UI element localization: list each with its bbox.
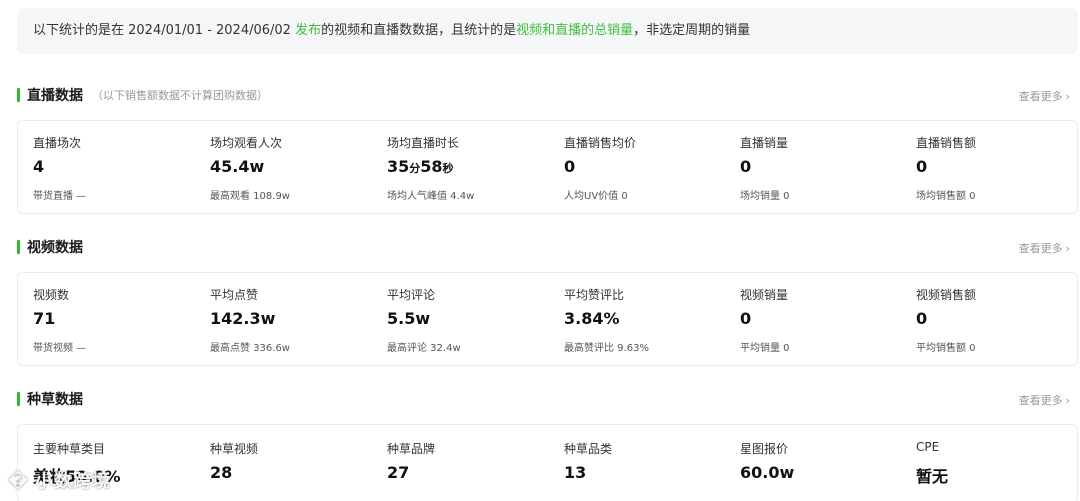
metric-label: 平均赞评比 [564, 288, 625, 302]
live-section-header: 直播数据 （以下销售额数据不计算团购数据） 查看更多 › [17, 84, 1078, 106]
metric-label: CPE [916, 440, 940, 454]
watermark: � 小数跨境 [8, 467, 148, 495]
section-title: 直播数据 [27, 88, 83, 104]
metric-value: 0 [916, 309, 928, 328]
metric-subtext: 带货视频 — [33, 343, 87, 354]
section-accent-bar [17, 240, 20, 254]
metric-value: 3.84% [564, 309, 620, 328]
metric-subtext: 平均销售额 0 [916, 343, 976, 354]
metric-subtext: 最高点赞 336.6w [210, 343, 290, 354]
metric-value: 142.3w [210, 309, 276, 328]
metric-label: 星图报价 [740, 442, 789, 456]
metric-value: 4 [33, 157, 45, 176]
notice-text-3: ，非选定周期的销量 [633, 23, 751, 38]
notice-highlight-total-sales: 视频和直播的总销量 [516, 23, 634, 38]
metric-value: 0 [564, 157, 576, 176]
video-metrics-card: 视频数 71 带货视频 — 平均点赞 142.3w 最高点赞 336.6w 平均… [17, 272, 1078, 366]
duration-minutes: 35 [387, 157, 410, 176]
section-subtitle: （以下销售额数据不计算团购数据） [92, 89, 268, 102]
metric-label: 视频销量 [740, 288, 789, 302]
metric-subtext: 人均UV价值 0 [564, 191, 628, 202]
view-more-label: 查看更多 [1018, 394, 1063, 407]
metric-label: 直播销售额 [916, 136, 977, 150]
brand-logo-icon: � [8, 471, 30, 492]
watermark-text: 小数跨境 [35, 471, 112, 492]
metric-label: 种草视频 [210, 442, 259, 456]
chevron-right-icon: › [1065, 242, 1070, 255]
metric-value: 0 [916, 157, 928, 176]
metric-subtext: 场均销量 0 [740, 191, 790, 202]
metric-value: 35分58秒 [387, 157, 454, 176]
chevron-right-icon: › [1065, 90, 1070, 103]
metric-label: 直播销售均价 [564, 136, 637, 150]
section-title: 视频数据 [27, 240, 83, 256]
metric-label: 视频数 [33, 288, 70, 302]
chevron-right-icon: › [1065, 394, 1070, 407]
metric-label: 主要种草类目 [33, 442, 106, 456]
duration-seconds: 58 [420, 157, 443, 176]
metric-value: 27 [387, 463, 410, 482]
duration-seconds-unit: 秒 [442, 162, 454, 175]
notice-highlight-publish: 发布 [295, 23, 322, 38]
metric-value: 0 [740, 157, 752, 176]
metric-subtext: 场均人气峰值 4.4w [387, 191, 475, 202]
section-title: 种草数据 [27, 392, 83, 408]
seeding-section-header: 种草数据 查看更多 › [17, 388, 1078, 410]
metric-value: 60.0w [740, 463, 795, 482]
view-more-label: 查看更多 [1018, 90, 1063, 103]
metric-value: 28 [210, 463, 233, 482]
view-more-link[interactable]: 查看更多 › [1019, 392, 1070, 408]
metric-value: 13 [564, 463, 587, 482]
metric-subtext: 场均销售额 0 [916, 191, 976, 202]
metric-label: 平均评论 [387, 288, 436, 302]
metric-label: 直播场次 [33, 136, 82, 150]
metric-label: 种草品牌 [387, 442, 436, 456]
metric-subtext: 最高评论 32.4w [387, 343, 461, 354]
metric-value: 5.5w [387, 309, 431, 328]
metric-subtext: 平均销量 0 [740, 343, 790, 354]
view-more-link[interactable]: 查看更多 › [1019, 88, 1070, 104]
video-section-header: 视频数据 查看更多 › [17, 236, 1078, 258]
live-metrics-card: 直播场次 4 带货直播 — 场均观看人次 45.4w 最高观看 108.9w 场… [17, 120, 1078, 214]
view-more-link[interactable]: 查看更多 › [1019, 240, 1070, 256]
section-accent-bar [17, 88, 20, 102]
metric-label: 平均点赞 [210, 288, 259, 302]
metric-value: 0 [740, 309, 752, 328]
duration-minutes-unit: 分 [409, 162, 421, 175]
notice-text-2: 的视频和直播数数据，且统计的是 [321, 23, 517, 38]
view-more-label: 查看更多 [1018, 242, 1063, 255]
notice-text-1: 以下统计的是在 2024/01/01 - 2024/06/02 [33, 23, 296, 38]
seeding-metrics-card: 主要种草类目 美妆50.0% 种草视频 28 种草品牌 27 种草品类 13 星… [17, 424, 1078, 501]
metric-subtext: 最高观看 108.9w [210, 191, 290, 202]
section-accent-bar [17, 392, 20, 406]
metric-value: 暂无 [916, 467, 949, 486]
metric-label: 视频销售额 [916, 288, 977, 302]
metric-label: 种草品类 [564, 442, 613, 456]
stats-notice: 以下统计的是在 2024/01/01 - 2024/06/02 发布的视频和直播… [17, 8, 1078, 54]
metric-label: 直播销量 [740, 136, 789, 150]
metric-subtext: 最高赞评比 9.63% [564, 343, 649, 354]
metric-value: 45.4w [210, 157, 265, 176]
metric-label: 场均观看人次 [210, 136, 283, 150]
metric-value: 71 [33, 309, 56, 328]
metric-subtext: 带货直播 — [33, 191, 87, 202]
metric-label: 场均直播时长 [387, 136, 460, 150]
